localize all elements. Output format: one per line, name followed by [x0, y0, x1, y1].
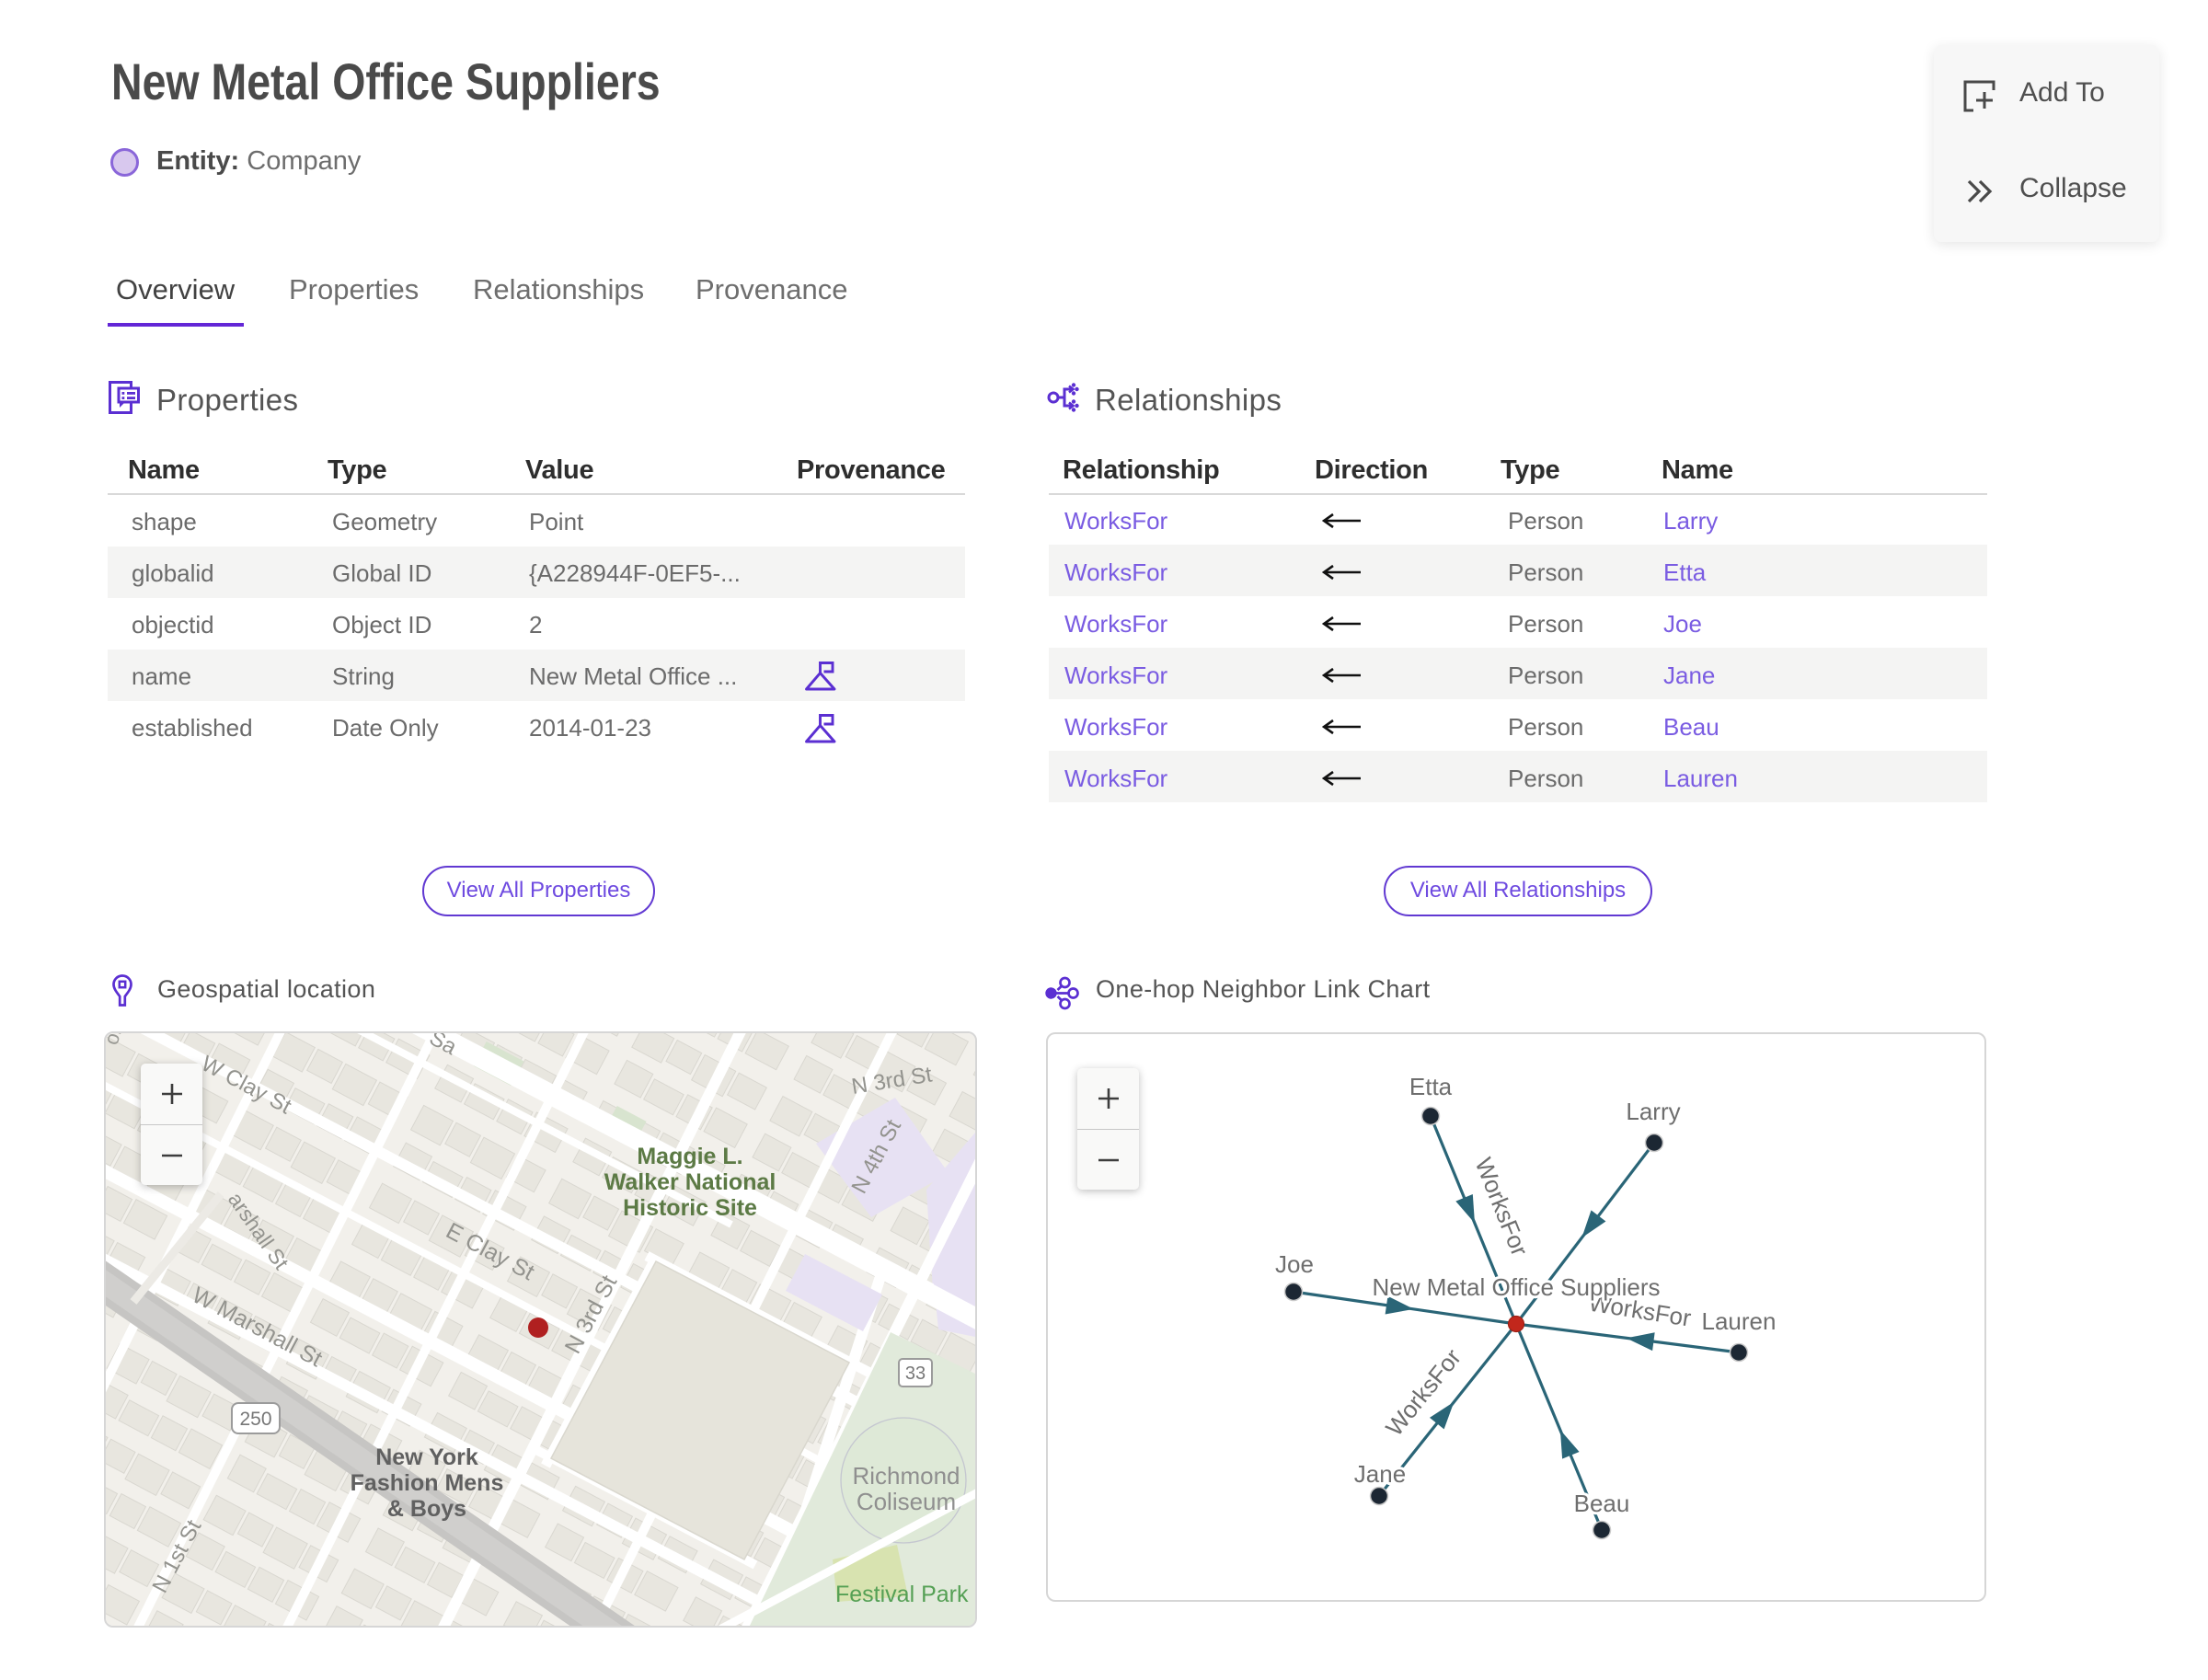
svg-text:Joe: Joe — [1275, 1250, 1314, 1278]
svg-text:New York: New York — [375, 1444, 478, 1470]
svg-text:250: 250 — [239, 1409, 271, 1430]
svg-text:WorksFor: WorksFor — [1380, 1343, 1466, 1441]
svg-text:Historic Site: Historic Site — [623, 1195, 757, 1221]
svg-text:Jane: Jane — [1354, 1460, 1406, 1488]
svg-text:Lauren: Lauren — [1702, 1307, 1777, 1335]
svg-text:WorksFor: WorksFor — [1469, 1154, 1534, 1260]
svg-text:Fashion Mens: Fashion Mens — [351, 1470, 504, 1496]
svg-text:Coliseum: Coliseum — [857, 1488, 956, 1515]
svg-text:33: 33 — [905, 1364, 926, 1384]
svg-text:Larry: Larry — [1626, 1098, 1680, 1125]
svg-text:New Metal Office Suppliers: New Metal Office Suppliers — [1372, 1273, 1660, 1301]
svg-text:Richmond: Richmond — [852, 1462, 960, 1490]
svg-text:Etta: Etta — [1409, 1073, 1453, 1100]
svg-text:Walker National: Walker National — [604, 1169, 776, 1195]
svg-text:Maggie L.: Maggie L. — [637, 1144, 742, 1169]
svg-text:Festival Park: Festival Park — [835, 1582, 969, 1607]
svg-text:Beau: Beau — [1574, 1490, 1630, 1517]
svg-text:& Boys: & Boys — [387, 1496, 466, 1522]
